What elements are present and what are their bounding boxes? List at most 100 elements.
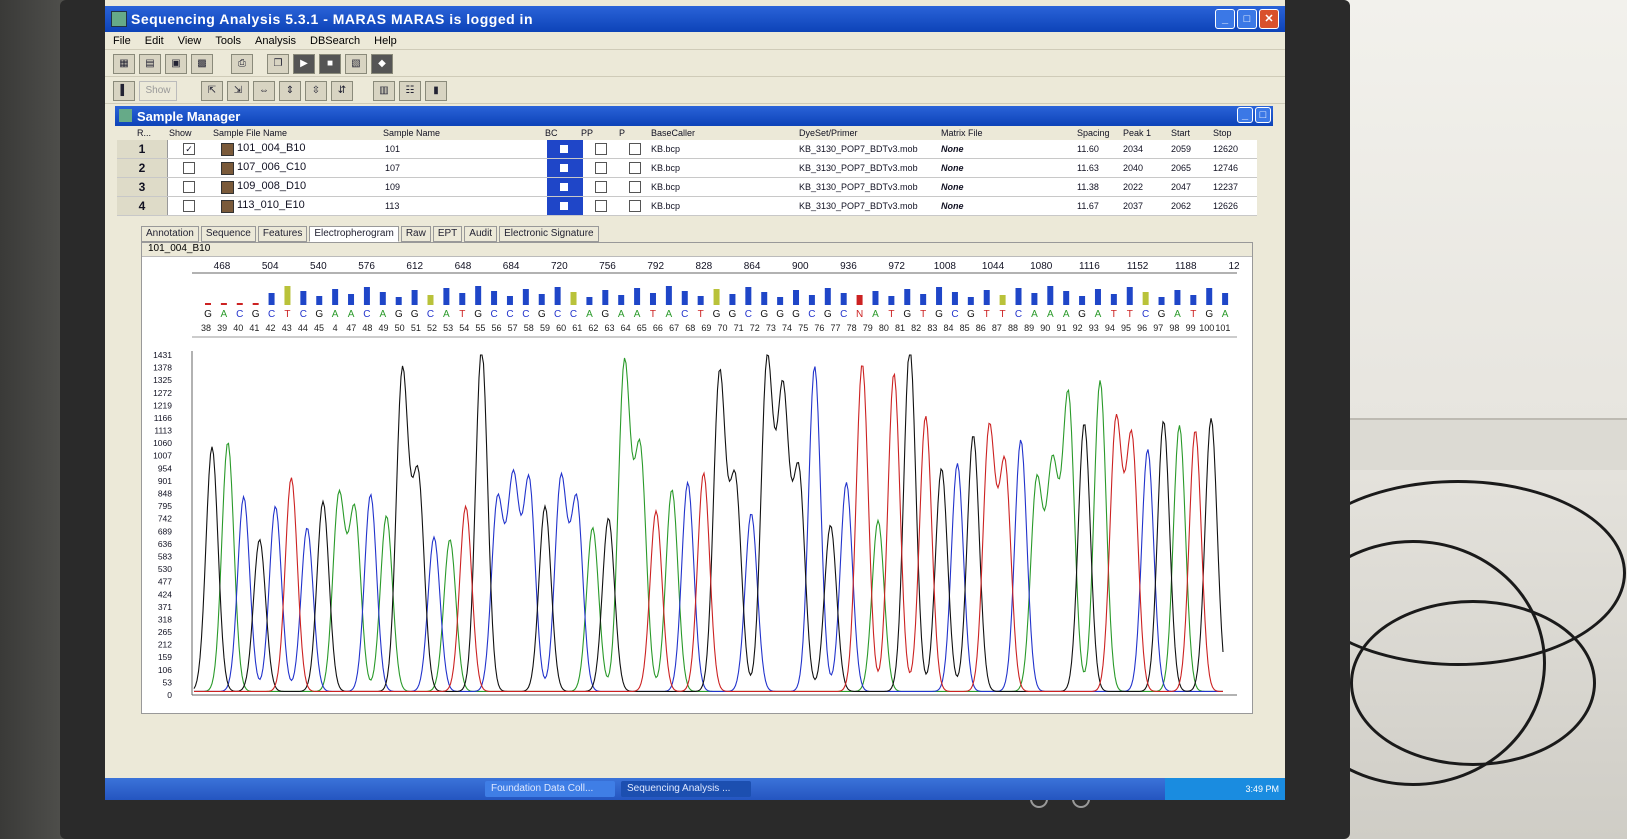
p-checkbox[interactable]: [629, 181, 641, 193]
table-row[interactable]: 4 113_010_E10 113 KB.bcp KB_3130_POP7_BD…: [117, 197, 1257, 216]
quality-bar: [1047, 286, 1054, 305]
col-start[interactable]: Start: [1171, 128, 1190, 138]
col-p[interactable]: P: [619, 128, 625, 138]
p-checkbox[interactable]: [629, 143, 641, 155]
base-position-label: 39: [217, 323, 227, 333]
col-sample[interactable]: Sample Name: [383, 128, 440, 138]
tab-features[interactable]: Features: [257, 226, 308, 242]
base-call: C: [808, 309, 815, 320]
p-checkbox[interactable]: [629, 162, 641, 174]
taskbar-item-sequencing[interactable]: Sequencing Analysis ...: [621, 781, 751, 797]
pp-checkbox[interactable]: [595, 162, 607, 174]
panel-toggle-icon[interactable]: ▌: [113, 80, 135, 101]
tab-audit[interactable]: Audit: [464, 226, 498, 242]
col-bc[interactable]: BC: [545, 128, 558, 138]
play-icon[interactable]: ▶: [293, 53, 315, 74]
y-tick-label: 1007: [153, 451, 172, 461]
zoom-out-icon[interactable]: ⇲: [227, 80, 249, 101]
y-tick-label: 0: [167, 690, 172, 700]
table-row[interactable]: 1 ✓ 101_004_B10 101 KB.bcp KB_3130_POP7_…: [117, 140, 1257, 159]
col-peak1[interactable]: Peak 1: [1123, 128, 1151, 138]
row-number: 3: [117, 178, 168, 196]
open-project-icon[interactable]: ▤: [139, 53, 161, 74]
base-position-label: 40: [233, 323, 243, 333]
save-icon[interactable]: ▣: [165, 53, 187, 74]
quality-bar: [1031, 293, 1038, 305]
tab-raw[interactable]: Raw: [400, 226, 431, 242]
y-tick-label: 636: [158, 539, 172, 549]
base-call: N: [856, 309, 863, 320]
bc-flag[interactable]: [547, 197, 583, 215]
table-row[interactable]: 3 109_008_D10 109 KB.bcp KB_3130_POP7_BD…: [117, 178, 1257, 197]
col-file[interactable]: Sample File Name: [213, 128, 287, 138]
col-stop[interactable]: Stop: [1213, 128, 1232, 138]
col-matrix[interactable]: Matrix File: [941, 128, 983, 138]
minimize-button[interactable]: _: [1215, 9, 1235, 29]
menu-help[interactable]: Help: [374, 35, 397, 47]
tab-electropherogram[interactable]: Electropherogram: [309, 226, 399, 242]
col-show[interactable]: Show: [169, 128, 192, 138]
base-call: A: [332, 309, 339, 320]
menu-file[interactable]: File: [113, 35, 131, 47]
scan-tick-label: 504: [262, 261, 279, 272]
p-checkbox[interactable]: [629, 200, 641, 212]
quality-bar: [856, 295, 863, 305]
bc-flag[interactable]: [547, 178, 583, 196]
pp-checkbox[interactable]: [595, 181, 607, 193]
tab-ept[interactable]: EPT: [432, 226, 463, 242]
col-spacing[interactable]: Spacing: [1077, 128, 1110, 138]
show-checkbox[interactable]: [183, 181, 195, 193]
base-position-label: 83: [927, 323, 937, 333]
base-call: A: [1095, 309, 1102, 320]
zoom-y-icon[interactable]: ⇳: [305, 80, 327, 101]
report-icon[interactable]: ▧: [345, 53, 367, 74]
menu-dbsearch[interactable]: DBSearch: [310, 35, 360, 47]
show-button[interactable]: Show: [139, 80, 177, 101]
base-position-label: 47: [346, 323, 356, 333]
show-checkbox[interactable]: [183, 162, 195, 174]
sm-maximize-button[interactable]: □: [1255, 107, 1271, 123]
bc-flag[interactable]: [547, 159, 583, 177]
copy-icon[interactable]: ❐: [267, 53, 289, 74]
display-settings-icon[interactable]: ▥: [373, 80, 395, 101]
zoom-x-icon[interactable]: ⇕: [279, 80, 301, 101]
taskbar-item-foundation[interactable]: Foundation Data Coll...: [485, 781, 615, 797]
menu-edit[interactable]: Edit: [145, 35, 164, 47]
base-call: T: [459, 309, 465, 320]
print-icon[interactable]: ⎙: [231, 53, 253, 74]
scan-tick-label: 1080: [1030, 261, 1053, 272]
menu-view[interactable]: View: [178, 35, 202, 47]
base-position-label: 98: [1169, 323, 1179, 333]
add-samples-icon[interactable]: ▩: [191, 53, 213, 74]
show-checkbox[interactable]: [183, 200, 195, 212]
zoom-reset-icon[interactable]: ⇵: [331, 80, 353, 101]
base-call: C: [236, 309, 243, 320]
analyze-icon[interactable]: ◆: [371, 53, 393, 74]
bc-flag[interactable]: [547, 140, 583, 158]
maximize-button[interactable]: □: [1237, 9, 1257, 29]
new-project-icon[interactable]: ▦: [113, 53, 135, 74]
stop-icon[interactable]: ■: [319, 53, 341, 74]
bar-view-icon[interactable]: ▮: [425, 80, 447, 101]
zoom-in-icon[interactable]: ⇱: [201, 80, 223, 101]
sm-minimize-button[interactable]: _: [1237, 107, 1253, 123]
show-checkbox[interactable]: ✓: [183, 143, 195, 155]
tab-electronic-signature[interactable]: Electronic Signature: [499, 226, 599, 242]
menu-tools[interactable]: Tools: [215, 35, 241, 47]
menu-analysis[interactable]: Analysis: [255, 35, 296, 47]
col-dyeset[interactable]: DyeSet/Primer: [799, 128, 858, 138]
table-row[interactable]: 2 107_006_C10 107 KB.bcp KB_3130_POP7_BD…: [117, 159, 1257, 178]
quality-bar: [506, 296, 513, 305]
pp-checkbox[interactable]: [595, 143, 607, 155]
col-basecaller[interactable]: BaseCaller: [651, 128, 695, 138]
close-button[interactable]: ✕: [1259, 9, 1279, 29]
electropherogram-chart[interactable]: 468 504 540 576 612 648 684 720 756 792 828 864 900 9…: [142, 257, 1252, 713]
col-pp[interactable]: PP: [581, 128, 593, 138]
zoom-full-icon[interactable]: ⇔: [253, 80, 275, 101]
table-view-icon[interactable]: ☷: [399, 80, 421, 101]
tab-sequence[interactable]: Sequence: [200, 226, 256, 242]
col-row[interactable]: R...: [137, 128, 151, 138]
pp-checkbox[interactable]: [595, 200, 607, 212]
peak1: 2034: [1123, 144, 1144, 154]
tab-annotation[interactable]: Annotation: [141, 226, 199, 242]
